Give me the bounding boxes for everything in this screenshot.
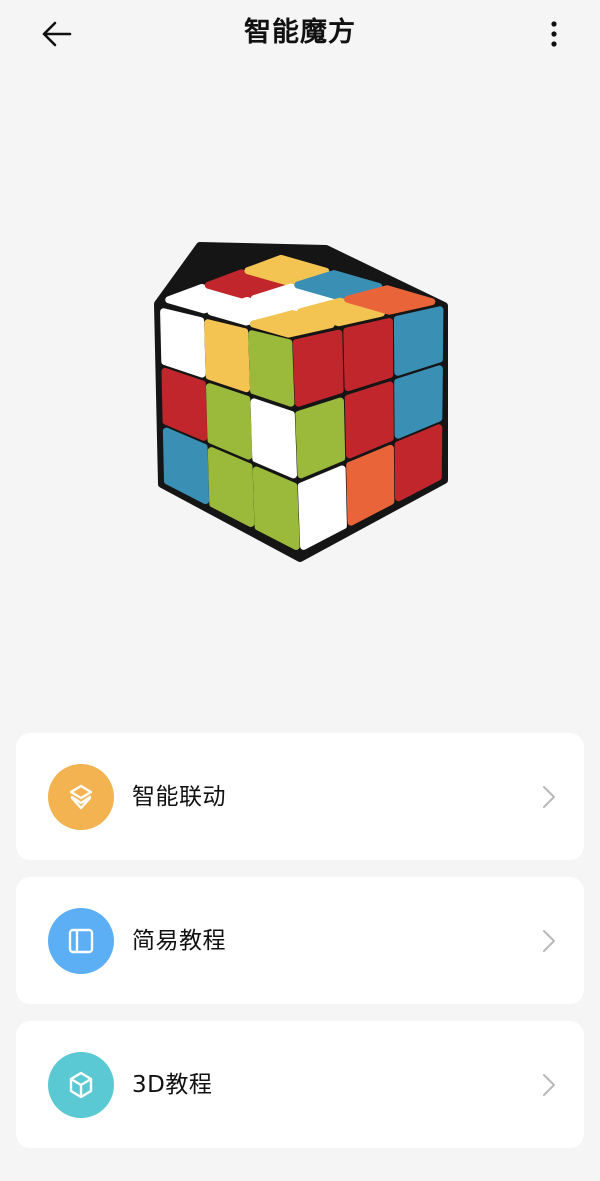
cube-sticker bbox=[295, 397, 346, 479]
menu-item-3d-tutorial[interactable]: 3D教程 bbox=[16, 1021, 584, 1148]
menu-icon-badge bbox=[48, 764, 114, 830]
app-header: 智能魔方 bbox=[0, 0, 600, 66]
menu-item-easy-tutorial[interactable]: 简易教程 bbox=[16, 877, 584, 1004]
cube-sticker bbox=[248, 330, 295, 407]
chevron-right-icon bbox=[543, 930, 555, 952]
cube-sticker bbox=[206, 383, 253, 460]
cube-sticker bbox=[292, 329, 344, 407]
menu-list: 智能联动 简易教程 3D教程 bbox=[16, 733, 584, 1165]
menu-item-smart-linkage[interactable]: 智能联动 bbox=[16, 733, 584, 860]
more-vertical-icon bbox=[551, 21, 557, 47]
cube-sticker bbox=[250, 398, 297, 479]
menu-item-label: 智能联动 bbox=[132, 784, 226, 810]
page-title: 智能魔方 bbox=[244, 17, 356, 48]
menu-icon-badge bbox=[48, 1052, 114, 1118]
book-panel-icon bbox=[68, 928, 94, 954]
menu-icon-badge bbox=[48, 908, 114, 974]
chevron-right-icon bbox=[543, 1074, 555, 1096]
cube-sticker bbox=[393, 306, 444, 376]
menu-item-label: 简易教程 bbox=[132, 928, 226, 954]
cube-3d-icon bbox=[69, 1071, 93, 1099]
cube-sticker bbox=[343, 318, 394, 392]
menu-item-label: 3D教程 bbox=[132, 1072, 213, 1098]
rubiks-cube-illustration bbox=[154, 242, 448, 562]
chevron-right-icon bbox=[543, 786, 555, 808]
cube-sticker bbox=[204, 319, 250, 393]
cube-sticker bbox=[160, 308, 206, 378]
device-image bbox=[140, 240, 460, 570]
layers-icon bbox=[69, 784, 93, 810]
more-options-button[interactable] bbox=[534, 14, 574, 54]
